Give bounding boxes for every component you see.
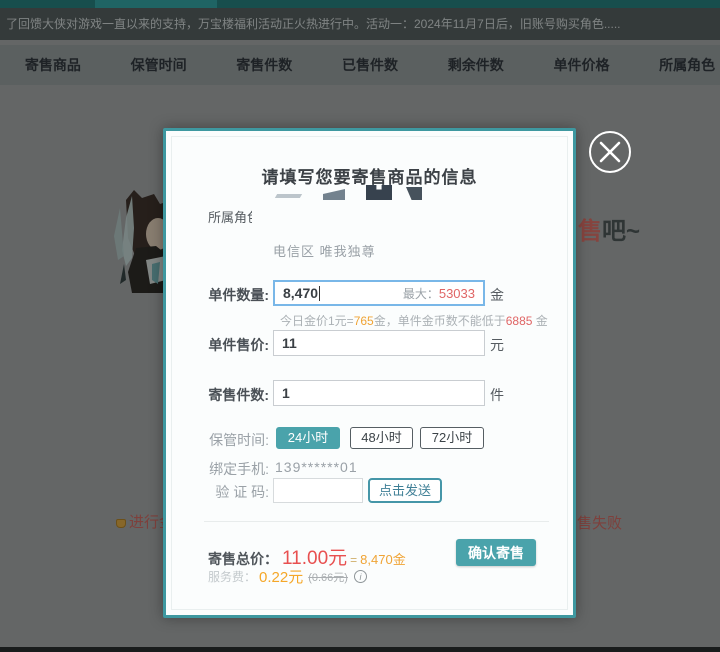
owner-label-clipped-char: 色 bbox=[247, 207, 252, 226]
consign-count-unit: 件 bbox=[490, 387, 504, 403]
close-button[interactable] bbox=[588, 130, 632, 174]
duration-label: 保管时间: bbox=[209, 432, 269, 448]
consign-count-label: 寄售件数: bbox=[208, 387, 269, 403]
quantity-input[interactable]: 8,470 最大：53033 bbox=[273, 280, 485, 306]
consign-count-input[interactable]: 1 bbox=[273, 380, 485, 406]
confirm-consign-button[interactable]: 确认寄售 bbox=[456, 539, 536, 566]
service-fee-value: 0.22元 bbox=[259, 569, 304, 586]
captcha-label: 验 证 码: bbox=[215, 484, 269, 500]
service-fee-original: (0.66元) bbox=[308, 571, 348, 584]
censored-text-fragment bbox=[274, 194, 303, 198]
service-fee-label: 服务费： bbox=[208, 570, 257, 584]
total-gold-value: 8,470金 bbox=[360, 552, 406, 567]
screen: 了回馈大侠对游戏一直以来的支持，万宝楼福利活动正火热进行中。活动一：2024年1… bbox=[0, 0, 720, 652]
quantity-value: 8,470 bbox=[283, 285, 319, 301]
gold-price-hint: 今日金价1元=765金，单件金币数不能低于6885 金 bbox=[280, 314, 548, 328]
send-code-button[interactable]: 点击发送 bbox=[368, 478, 442, 503]
consign-form-modal: 请填写您要寄售商品的信息 所属角色 电信区 唯我独尊 单件数量: 8,470 最… bbox=[163, 128, 576, 618]
section-divider bbox=[204, 521, 549, 522]
unit-price-input[interactable]: 11 bbox=[273, 330, 485, 356]
bound-phone-value: 139******01 bbox=[275, 459, 358, 475]
close-icon bbox=[589, 131, 631, 173]
modal-title: 请填写您要寄售商品的信息 bbox=[261, 168, 478, 187]
censored-text-fragment bbox=[323, 189, 345, 200]
unit-price-label: 单件售价: bbox=[208, 337, 269, 353]
equals-sign: = bbox=[350, 553, 358, 567]
owner-character-label: 所属角色 bbox=[208, 207, 252, 226]
duration-option-72h[interactable]: 72小时 bbox=[420, 427, 484, 449]
censored-text-fragment bbox=[406, 187, 422, 200]
text-cursor bbox=[319, 285, 321, 301]
captcha-input[interactable] bbox=[273, 478, 363, 503]
quantity-label: 单件数量: bbox=[208, 287, 269, 303]
duration-option-48h[interactable]: 48小时 bbox=[350, 427, 413, 449]
quantity-unit: 金 bbox=[490, 287, 504, 303]
quantity-max-hint: 最大：53033 bbox=[402, 285, 475, 301]
info-icon[interactable]: i bbox=[353, 570, 367, 583]
duration-option-24h[interactable]: 24小时 bbox=[276, 427, 340, 449]
service-fee-row: 服务费： 0.22元 (0.66元) i bbox=[208, 566, 367, 587]
bound-phone-label: 绑定手机: bbox=[209, 461, 269, 477]
server-info-text: 电信区 唯我独尊 bbox=[273, 244, 376, 259]
unit-price-unit: 元 bbox=[490, 337, 504, 353]
